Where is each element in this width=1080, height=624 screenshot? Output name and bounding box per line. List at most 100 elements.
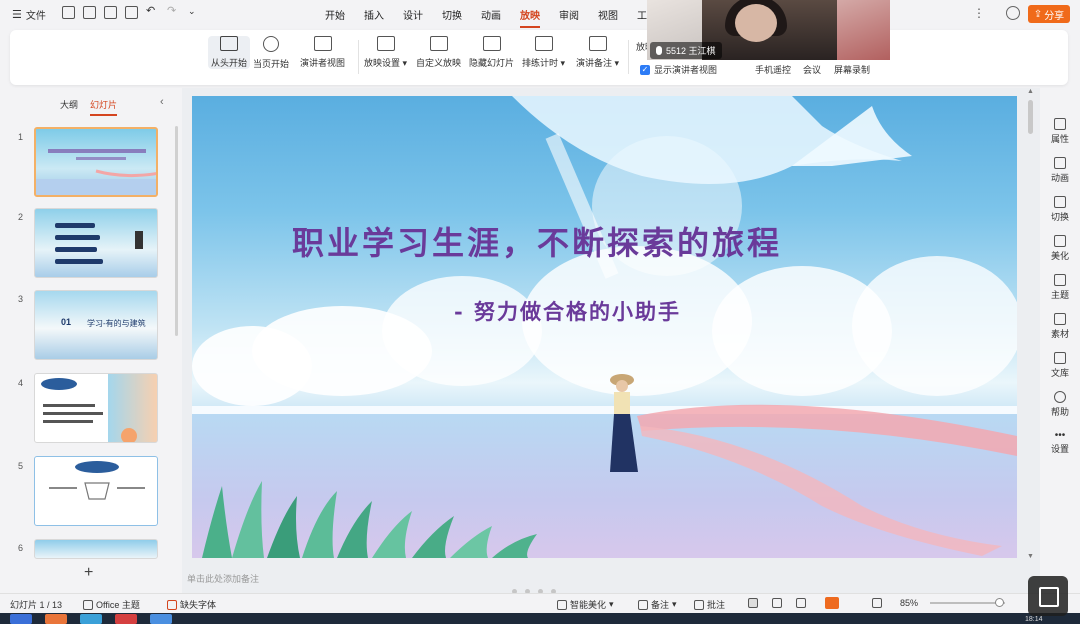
help-button[interactable]: 帮助 bbox=[1040, 391, 1080, 418]
rehearse-timing-icon bbox=[534, 36, 553, 51]
add-slide-button[interactable]: + bbox=[84, 564, 93, 582]
tab-design[interactable]: 设计 bbox=[403, 7, 423, 28]
slide-thumbnail-1[interactable] bbox=[34, 127, 158, 197]
notes-placeholder[interactable]: 单击此处添加备注 bbox=[187, 572, 259, 585]
slide-subtitle[interactable]: - 努力做合格的小助手 bbox=[454, 296, 854, 326]
ribbon-divider bbox=[628, 40, 629, 74]
start-icon[interactable] bbox=[10, 614, 32, 624]
tab-tools[interactable]: 工 bbox=[637, 7, 647, 28]
custom-show-button[interactable]: 自定义放映 bbox=[416, 36, 461, 69]
show-presenter-checkbox[interactable]: ✓ 显示演讲者视图 bbox=[640, 63, 717, 76]
chevron-down-icon[interactable]: ⌄ bbox=[188, 6, 201, 19]
scroll-up-icon[interactable]: ▲ bbox=[1027, 88, 1034, 95]
beautify-button[interactable]: 美化 bbox=[1040, 235, 1080, 262]
hide-slide-button[interactable]: 隐藏幻灯片 bbox=[469, 36, 514, 69]
panel-scrollbar[interactable] bbox=[175, 126, 178, 336]
thumb-3-number: 01 bbox=[61, 317, 72, 327]
normal-view-button[interactable] bbox=[748, 598, 758, 608]
slide-title[interactable]: 职业学习生涯，不断探索的旅程 bbox=[292, 218, 932, 264]
library-icon bbox=[1054, 352, 1066, 364]
zoom-level[interactable]: 85% bbox=[900, 598, 918, 608]
taskbar-app-icon[interactable] bbox=[115, 614, 137, 624]
rehearse-timing-button[interactable]: 排练计时 ▾ bbox=[522, 36, 565, 69]
help-label: 帮助 bbox=[1050, 407, 1069, 417]
print-preview-icon[interactable] bbox=[125, 6, 138, 19]
phone-remote-button[interactable]: 手机遥控 bbox=[755, 63, 791, 76]
share-icon: ⇪ bbox=[1033, 8, 1043, 20]
grid-view-button[interactable] bbox=[772, 598, 782, 608]
settings-button[interactable]: ••• 设置 bbox=[1040, 430, 1080, 455]
theme-icon bbox=[1054, 274, 1066, 286]
export-icon[interactable] bbox=[83, 6, 96, 19]
print-icon[interactable] bbox=[104, 6, 117, 19]
play-slideshow-button[interactable] bbox=[825, 597, 839, 609]
theme-icon bbox=[83, 599, 93, 610]
save-icon[interactable] bbox=[62, 6, 75, 19]
file-menu[interactable]: ☰ 文件 bbox=[12, 7, 46, 22]
reading-view-button[interactable] bbox=[796, 598, 806, 608]
slide-thumbnail-4[interactable] bbox=[34, 373, 158, 443]
taskbar-app-icon[interactable] bbox=[45, 614, 67, 624]
presenter-view-button[interactable]: 演讲者视图 bbox=[300, 36, 345, 69]
notes-toggle[interactable]: 备注 ▾ bbox=[638, 598, 677, 611]
theme-button[interactable]: 主题 bbox=[1040, 274, 1080, 301]
missing-font-indicator[interactable]: 缺失字体 bbox=[167, 598, 216, 611]
chevron-left-icon[interactable]: ‹ bbox=[160, 96, 164, 108]
tab-review[interactable]: 审阅 bbox=[559, 7, 579, 28]
fit-icon bbox=[872, 598, 882, 608]
slideshow-settings-button[interactable]: 放映设置 ▾ bbox=[364, 36, 407, 69]
tab-slides[interactable]: 幻灯片 bbox=[90, 98, 118, 116]
floating-screenshot-button[interactable] bbox=[1028, 576, 1068, 616]
animation-button[interactable]: 动画 bbox=[1040, 157, 1080, 184]
taskbar-app-icon[interactable] bbox=[80, 614, 102, 624]
slide-thumbnail-6[interactable] bbox=[34, 539, 158, 559]
play-from-start-button[interactable]: 从头开始 bbox=[208, 36, 251, 69]
redo-icon[interactable]: ↷ bbox=[167, 6, 180, 19]
grass-illustration bbox=[202, 481, 537, 558]
share-button[interactable]: ⇪ 分享 bbox=[1028, 5, 1070, 23]
library-button[interactable]: 文库 bbox=[1040, 352, 1080, 379]
cloud-sync-icon[interactable] bbox=[1006, 6, 1020, 20]
scroll-down-icon[interactable]: ▼ bbox=[1027, 553, 1034, 560]
slide-main[interactable]: 职业学习生涯，不断探索的旅程 - 努力做合格的小助手 bbox=[192, 96, 1017, 558]
tab-view[interactable]: 视图 bbox=[598, 7, 618, 28]
hide-slide-icon bbox=[482, 36, 501, 51]
fit-window-button[interactable] bbox=[872, 598, 882, 608]
presenter-view-icon bbox=[313, 36, 332, 51]
slide-scrollbar[interactable] bbox=[1028, 96, 1034, 558]
scroll-thumb[interactable] bbox=[1028, 100, 1033, 134]
assets-button[interactable]: 素材 bbox=[1040, 313, 1080, 340]
smart-beautify-button[interactable]: 智能美化 ▾ bbox=[557, 598, 614, 611]
tab-insert[interactable]: 插入 bbox=[364, 7, 384, 28]
tab-animation[interactable]: 动画 bbox=[481, 7, 501, 28]
zoom-slider-handle[interactable] bbox=[995, 598, 1004, 607]
screen-record-button[interactable]: 屏幕录制 bbox=[834, 63, 870, 76]
webcam-caption-text: 5512 王江棋 bbox=[666, 46, 716, 56]
more-icon[interactable]: ⋮ bbox=[973, 6, 985, 20]
transition-button[interactable]: 切换 bbox=[1040, 196, 1080, 223]
slide-number: 4 bbox=[18, 378, 24, 388]
slide-thumbnail-5[interactable] bbox=[34, 456, 158, 526]
zoom-slider[interactable] bbox=[930, 602, 1005, 604]
slide-thumbnail-3[interactable]: 01 学习-有的与建筑 bbox=[34, 290, 158, 360]
theme-label: Office 主题 bbox=[96, 600, 140, 610]
taskbar-app-icon[interactable] bbox=[150, 614, 172, 624]
tab-outline[interactable]: 大纲 bbox=[60, 98, 78, 116]
tab-transition[interactable]: 切换 bbox=[442, 7, 462, 28]
theme-indicator[interactable]: Office 主题 bbox=[83, 598, 140, 611]
play-from-start-icon bbox=[220, 36, 238, 51]
notes-label: 备注 bbox=[651, 600, 670, 610]
comments-toggle[interactable]: 批注 bbox=[694, 598, 725, 611]
slideshow-settings-label: 放映设置 ▾ bbox=[364, 58, 408, 68]
slide-thumbnail-2[interactable] bbox=[34, 208, 158, 278]
properties-button[interactable]: 属性 bbox=[1040, 118, 1080, 145]
speaker-notes-button[interactable]: 演讲备注 ▾ bbox=[576, 36, 619, 69]
tab-slideshow[interactable]: 放映 bbox=[520, 7, 540, 28]
play-current-button[interactable]: 当页开始 bbox=[253, 36, 289, 70]
tab-home[interactable]: 开始 bbox=[325, 7, 345, 28]
webcam-secondary-video bbox=[837, 0, 890, 60]
meeting-button[interactable]: 会议 bbox=[803, 63, 821, 76]
undo-icon[interactable]: ↶ bbox=[146, 6, 159, 19]
beautify-icon bbox=[1054, 235, 1066, 247]
person-face bbox=[735, 4, 777, 42]
